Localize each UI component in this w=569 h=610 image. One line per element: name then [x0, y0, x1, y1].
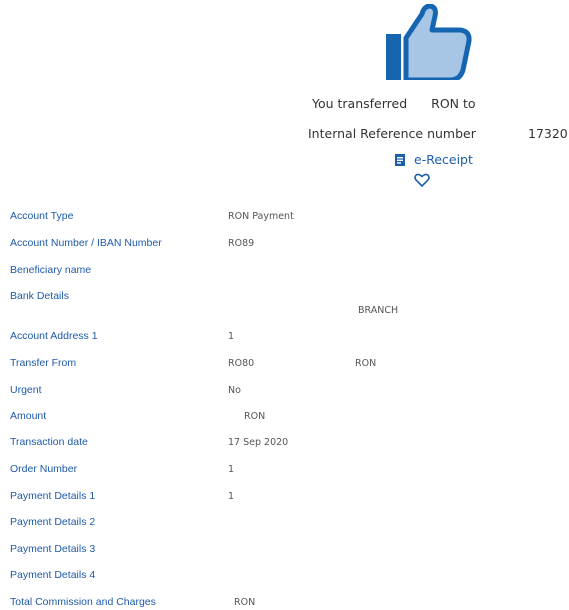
payment-details-1-label: Payment Details 1	[10, 490, 96, 502]
urgent-value: No	[228, 385, 241, 396]
transfer-from-currency: RON	[355, 358, 377, 369]
payment-details-3-label: Payment Details 3	[10, 543, 96, 555]
amount-value: RON	[244, 411, 266, 422]
transaction-date-label: Transaction date	[10, 436, 88, 448]
transfer-from-value: RO80	[228, 358, 255, 369]
account-number-value: RO89	[228, 238, 255, 249]
account-type-value: RON Payment	[228, 211, 294, 222]
payment-details-2-label: Payment Details 2	[10, 516, 96, 528]
transfer-from-label: Transfer From	[10, 357, 77, 369]
payment-details-1-value: 1	[228, 491, 235, 502]
urgent-label: Urgent	[10, 384, 42, 396]
beneficiary-name-label: Beneficiary name	[10, 264, 92, 276]
account-address-label: Account Address 1	[10, 330, 98, 342]
order-number-label: Order Number	[10, 463, 78, 475]
account-address-value: 1	[228, 331, 235, 342]
transfer-details: Account Type RON Payment Account Number …	[0, 0, 569, 610]
account-number-label: Account Number / IBAN Number	[10, 237, 162, 249]
bank-details-label: Bank Details	[10, 290, 69, 302]
total-commission-label: Total Commission and Charges	[10, 596, 156, 608]
account-type-label: Account Type	[10, 210, 74, 222]
transaction-date-value: 17 Sep 2020	[228, 437, 289, 448]
payment-details-4-label: Payment Details 4	[10, 569, 96, 581]
order-number-value: 1	[228, 464, 235, 475]
total-commission-value: RON	[234, 597, 256, 608]
amount-label: Amount	[10, 410, 47, 422]
bank-details-value: BRANCH	[358, 305, 399, 316]
